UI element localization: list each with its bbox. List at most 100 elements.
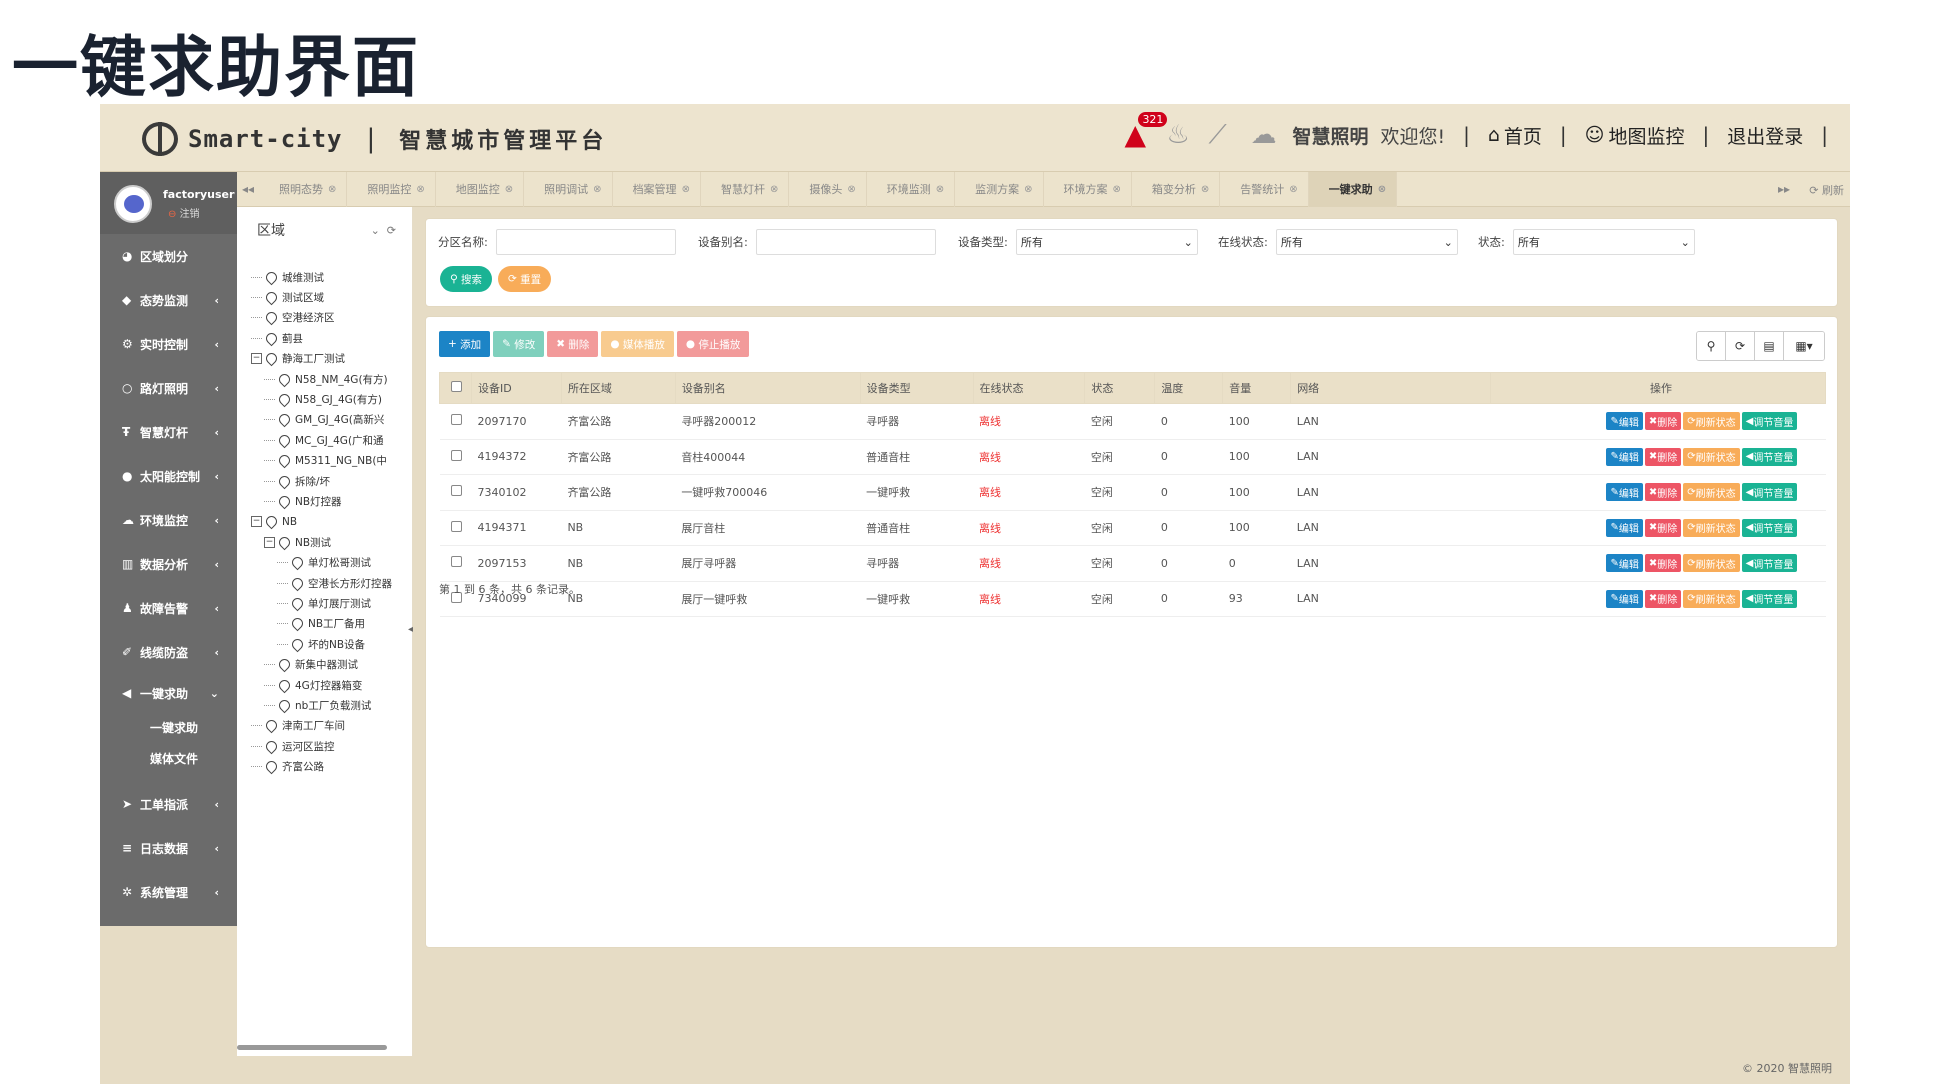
refresh-status-button[interactable]: ⟳ 刷新状态 bbox=[1683, 518, 1740, 537]
tab-scroll-right-icon[interactable]: ▸▸ bbox=[1778, 182, 1790, 196]
refresh-status-button[interactable]: ⟳ 刷新状态 bbox=[1683, 447, 1740, 466]
edit-row-button[interactable]: ✎ 编辑 bbox=[1606, 554, 1643, 573]
sidebar-item[interactable]: ◀ 一键求助 ⌄ bbox=[100, 674, 237, 712]
sidebar-item[interactable]: ▥ 数据分析 ‹ bbox=[100, 542, 237, 586]
tree-node[interactable]: − NB bbox=[251, 512, 413, 532]
search-button[interactable]: ⚲ 搜索 bbox=[440, 266, 493, 292]
sidebar-logout[interactable]: 注销 bbox=[168, 205, 200, 220]
tab-item[interactable]: 照明态势 ⊗ bbox=[259, 171, 348, 207]
sidebar-item[interactable]: ● 太阳能控制 ‹ bbox=[100, 454, 237, 498]
search-icon[interactable]: ⚲ bbox=[1697, 332, 1726, 360]
refresh-status-button[interactable]: ⟳ 刷新状态 bbox=[1683, 554, 1740, 573]
delete-row-button[interactable]: ✖ 删除 bbox=[1644, 483, 1682, 502]
close-icon[interactable]: ⊗ bbox=[936, 184, 944, 195]
adjust-volume-button[interactable]: ◀ 调节音量 bbox=[1741, 412, 1798, 431]
delete-button[interactable]: ✖ 删除 bbox=[547, 331, 599, 357]
close-icon[interactable]: ⊗ bbox=[847, 184, 855, 195]
row-checkbox[interactable] bbox=[450, 414, 462, 426]
delete-row-button[interactable]: ✖ 删除 bbox=[1644, 412, 1682, 431]
tree-node[interactable]: 空港长方形灯控器 bbox=[251, 573, 413, 593]
close-icon[interactable]: ⊗ bbox=[1289, 184, 1297, 195]
media-play-button[interactable]: ● 媒体播放 bbox=[601, 331, 674, 357]
column-header[interactable]: 操作 bbox=[1489, 372, 1827, 404]
tab-item[interactable]: 箱变分析 ⊗ bbox=[1132, 171, 1221, 207]
tree-toggle-icon[interactable]: − bbox=[251, 353, 262, 365]
table-row[interactable]: 7340102 齐富公路 一键呼救700046 一键呼救 离线 空闲 0 100 LAN ✎ 编辑 ✖… bbox=[439, 474, 1826, 511]
tree-node[interactable]: NB灯控器 bbox=[251, 491, 413, 511]
column-header[interactable]: 设备别名 bbox=[674, 372, 861, 404]
delete-row-button[interactable]: ✖ 删除 bbox=[1644, 447, 1682, 466]
adjust-volume-button[interactable]: ◀ 调节音量 bbox=[1741, 554, 1798, 573]
refresh-status-button[interactable]: ⟳ 刷新状态 bbox=[1683, 483, 1740, 502]
column-header[interactable]: 所在区域 bbox=[560, 372, 676, 404]
tab-item[interactable]: 一键求助 ⊗ bbox=[1308, 171, 1398, 207]
sidebar-item[interactable]: ◕ 区域划分 bbox=[100, 234, 237, 278]
tree-scrollbar[interactable] bbox=[237, 1045, 387, 1050]
edit-row-button[interactable]: ✎ 编辑 bbox=[1606, 447, 1643, 466]
sidebar-item[interactable]: ⚙ 实时控制 ‹ bbox=[100, 322, 237, 366]
home-link[interactable]: ⌂ 首页 bbox=[1488, 122, 1542, 149]
zone-input[interactable] bbox=[495, 229, 676, 255]
tree-node[interactable]: 4G灯控器箱变 bbox=[251, 675, 413, 695]
tree-node[interactable]: 城维测试 bbox=[251, 267, 413, 287]
tab-scroll-left-icon[interactable]: ◂◂ bbox=[237, 182, 259, 196]
refresh-icon[interactable]: ⟳ bbox=[1726, 332, 1755, 360]
row-checkbox[interactable] bbox=[450, 556, 462, 568]
stop-play-button[interactable]: ● 停止播放 bbox=[676, 331, 750, 357]
edit-button[interactable]: ✎ 修改 bbox=[493, 331, 545, 357]
select-all-checkbox[interactable] bbox=[451, 381, 462, 392]
table-row[interactable]: 2097170 齐富公路 寻呼器200012 寻呼器 离线 空闲 0 100 LAN ✎ 编辑 ✖ 删除… bbox=[439, 403, 1826, 440]
avatar[interactable] bbox=[114, 185, 152, 223]
sidebar-subitem[interactable]: 媒体文件 bbox=[100, 743, 237, 774]
close-icon[interactable]: ⊗ bbox=[416, 184, 424, 195]
tree-node[interactable]: MC_GJ_4G(广和通 bbox=[251, 430, 413, 450]
state-select[interactable]: 所有 ⌄ bbox=[1512, 229, 1695, 255]
tab-item[interactable]: 智慧灯杆 ⊗ bbox=[701, 171, 790, 207]
tree-node[interactable]: nb工厂负载测试 bbox=[251, 695, 413, 715]
add-button[interactable]: + 添加 bbox=[439, 331, 491, 357]
delete-row-button[interactable]: ✖ 删除 bbox=[1644, 518, 1682, 537]
row-checkbox[interactable] bbox=[450, 485, 462, 497]
close-icon[interactable]: ⊗ bbox=[1113, 184, 1121, 195]
adjust-volume-button[interactable]: ◀ 调节音量 bbox=[1741, 483, 1798, 502]
tab-refresh-button[interactable]: ⟳ 刷新 bbox=[1809, 182, 1844, 198]
alias-input[interactable] bbox=[755, 229, 936, 255]
tree-node[interactable]: 单灯展厅测试 bbox=[251, 593, 413, 613]
sidebar-item[interactable]: Ŧ 智慧灯杆 ‹ bbox=[100, 410, 237, 454]
edit-row-button[interactable]: ✎ 编辑 bbox=[1606, 589, 1643, 608]
column-header[interactable]: 设备ID bbox=[470, 372, 562, 404]
tab-item[interactable]: 照明调试 ⊗ bbox=[524, 171, 613, 207]
tab-item[interactable]: 档案管理 ⊗ bbox=[613, 171, 701, 207]
sidebar-item[interactable]: ≡ 日志数据 ‹ bbox=[100, 826, 237, 870]
column-header[interactable]: 在线状态 bbox=[972, 372, 1086, 404]
sidebar-item[interactable]: ☁ 环境监控 ‹ bbox=[100, 498, 237, 542]
tree-toggle-icon[interactable]: − bbox=[264, 536, 275, 548]
column-header[interactable]: 音量 bbox=[1222, 372, 1292, 404]
collapse-icon[interactable]: ⌄ bbox=[371, 224, 380, 237]
tab-item[interactable]: 环境方案 ⊗ bbox=[1044, 171, 1132, 207]
table-row[interactable]: 7340099 NB 展厅一键呼救 一键呼救 离线 空闲 0 93 LAN ✎ 编辑 ✖ 删除 ⟳ 刷新状态… bbox=[439, 581, 1826, 617]
adjust-volume-button[interactable]: ◀ 调节音量 bbox=[1741, 589, 1798, 608]
tree-node[interactable]: GM_GJ_4G(高新兴 bbox=[251, 410, 413, 430]
close-icon[interactable]: ⊗ bbox=[328, 184, 336, 195]
tree-node[interactable]: 新集中器测试 bbox=[251, 654, 413, 674]
sidebar-item[interactable]: ➤ 工单指派 ‹ bbox=[100, 782, 237, 826]
tree-node[interactable]: 蓟县 bbox=[251, 328, 413, 348]
row-checkbox[interactable] bbox=[450, 520, 462, 532]
row-checkbox[interactable] bbox=[450, 449, 462, 461]
tree-node[interactable]: 单灯松哥测试 bbox=[251, 552, 413, 572]
sidebar-item[interactable]: ○ 路灯照明 ‹ bbox=[100, 366, 237, 410]
tree-node[interactable]: 齐富公路 bbox=[251, 756, 413, 776]
column-header[interactable]: 温度 bbox=[1154, 372, 1224, 404]
tree-toggle-icon[interactable]: − bbox=[251, 516, 262, 528]
tree-node[interactable]: N58_NM_4G(有方) bbox=[251, 369, 413, 389]
close-icon[interactable]: ⊗ bbox=[593, 184, 601, 195]
online-select[interactable]: 所有 ⌄ bbox=[1275, 229, 1458, 255]
refresh-status-button[interactable]: ⟳ 刷新状态 bbox=[1683, 412, 1740, 431]
table-row[interactable]: 4194371 NB 展厅音柱 普通音柱 离线 空闲 0 100 LAN ✎ 编辑 ✖ 删除 ⟳ 刷新状态 ◀… bbox=[439, 510, 1826, 546]
close-icon[interactable]: ⊗ bbox=[770, 184, 778, 195]
tree-node[interactable]: 津南工厂车间 bbox=[251, 716, 413, 736]
tab-item[interactable]: 照明监控 ⊗ bbox=[347, 171, 436, 207]
toggle-view-icon[interactable]: ▤ bbox=[1755, 332, 1784, 360]
tree-node[interactable]: − NB测试 bbox=[251, 532, 413, 552]
